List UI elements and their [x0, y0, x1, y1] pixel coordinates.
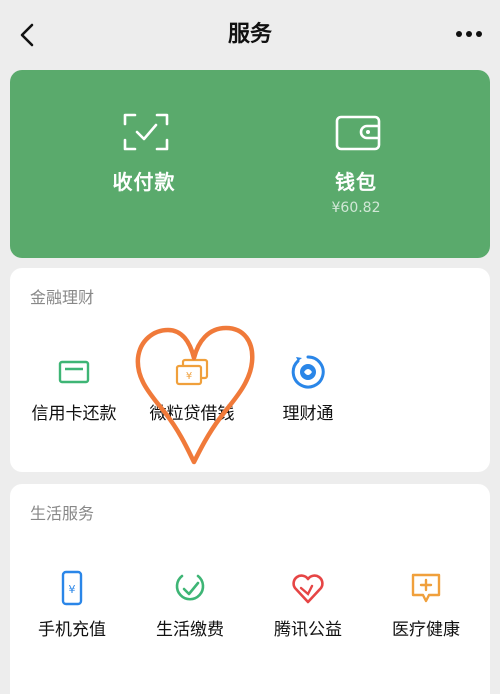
life-services-section: 生活服务 ¥ 手机充值 生活缴费 腾讯公益 医疗健康 — [10, 484, 490, 694]
more-button[interactable] — [454, 26, 484, 42]
utility-payment-label: 生活缴费 — [156, 620, 224, 640]
phone-recharge-label: 手机充值 — [38, 620, 106, 640]
finance-section-title: 金融理财 — [30, 288, 95, 307]
svg-text:¥: ¥ — [186, 371, 192, 382]
life-services-section-title: 生活服务 — [30, 504, 95, 523]
licaitong-label: 理财通 — [282, 404, 334, 424]
licaitong-button[interactable]: 理财通 — [250, 354, 366, 454]
wallet-card: 收付款 钱包 ¥60.82 — [10, 70, 490, 258]
credit-card-repay-button[interactable]: 信用卡还款 — [16, 354, 132, 454]
tencent-charity-label: 腾讯公益 — [274, 620, 342, 640]
page-title: 服务 — [227, 22, 272, 47]
pay-receive-button[interactable]: 收付款 — [24, 70, 264, 258]
scan-pay-icon — [123, 113, 169, 151]
medical-icon — [411, 573, 441, 603]
charity-heart-icon — [292, 574, 324, 604]
bill-icon — [175, 574, 205, 601]
wallet-label: 钱包 — [335, 170, 377, 194]
medical-health-label: 医疗健康 — [392, 620, 460, 640]
wallet-icon — [335, 115, 381, 151]
wallet-balance: ¥60.82 — [331, 200, 381, 216]
credit-card-repay-label: 信用卡还款 — [31, 404, 117, 424]
phone-recharge-button[interactable]: ¥ 手机充值 — [14, 570, 130, 670]
phone-icon: ¥ — [61, 570, 83, 606]
pay-receive-label: 收付款 — [112, 170, 176, 194]
svg-text:¥: ¥ — [69, 583, 76, 596]
utility-payment-button[interactable]: 生活缴费 — [132, 570, 248, 670]
top-bar: 服务 — [0, 0, 500, 70]
tencent-charity-button[interactable]: 腾讯公益 — [250, 570, 366, 670]
weilidai-loan-button[interactable]: ¥ 微粒贷借钱 — [134, 354, 250, 454]
cash-icon: ¥ — [175, 358, 209, 386]
credit-card-icon — [58, 360, 90, 384]
weilidai-loan-label: 微粒贷借钱 — [149, 404, 235, 424]
wealth-icon — [291, 355, 325, 389]
medical-health-button[interactable]: 医疗健康 — [368, 570, 484, 670]
wallet-button[interactable]: 钱包 ¥60.82 — [236, 70, 476, 258]
finance-section: 金融理财 信用卡还款 ¥ 微粒贷借钱 理财通 — [10, 268, 490, 472]
more-dots-icon — [456, 31, 482, 37]
